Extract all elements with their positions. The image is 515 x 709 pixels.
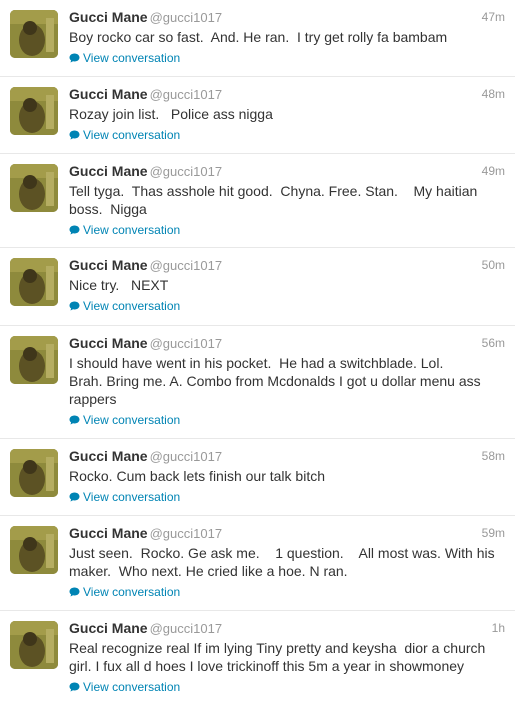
user-name[interactable]: Gucci Mane: [69, 257, 148, 273]
view-conversation-link[interactable]: View conversation: [69, 583, 505, 601]
tweet-timestamp[interactable]: 56m: [482, 334, 505, 352]
view-conversation-link[interactable]: View conversation: [69, 488, 505, 506]
tweet[interactable]: Gucci Mane @gucci1017 49m Tell tyga. Thas…: [0, 154, 515, 248]
tweet-timestamp[interactable]: 1h: [492, 619, 505, 637]
speech-bubble-icon: [69, 415, 80, 425]
view-conversation-label[interactable]: View conversation: [83, 583, 180, 601]
tweet-text: Real recognize real If im lying Tiny pre…: [69, 640, 486, 674]
user-handle[interactable]: @gucci1017: [150, 258, 222, 273]
user-handle[interactable]: @gucci1017: [150, 10, 222, 25]
speech-bubble-icon: [69, 53, 80, 63]
tweet-text: I should have went in his pocket. He had…: [69, 355, 481, 407]
speech-bubble-icon: [69, 225, 80, 235]
view-conversation-link[interactable]: View conversation: [69, 221, 505, 239]
avatar[interactable]: [10, 10, 58, 58]
user-name[interactable]: Gucci Mane: [69, 163, 148, 179]
view-conversation-label[interactable]: View conversation: [83, 678, 180, 696]
tweet-text: Rocko. Cum back lets finish our talk bit…: [69, 468, 325, 484]
tweet-text: Boy rocko car so fast. And. He ran. I tr…: [69, 29, 448, 45]
user-name[interactable]: Gucci Mane: [69, 620, 148, 636]
user-handle[interactable]: @gucci1017: [150, 164, 222, 179]
tweet-text: Tell tyga. Thas asshole hit good. Chyna.…: [69, 183, 478, 217]
user-name[interactable]: Gucci Mane: [69, 448, 148, 464]
avatar[interactable]: [10, 526, 58, 574]
view-conversation-label[interactable]: View conversation: [83, 411, 180, 429]
tweet[interactable]: Gucci Mane @gucci1017 47m Boy rocko car s…: [0, 0, 515, 77]
speech-bubble-icon: [69, 492, 80, 502]
view-conversation-link[interactable]: View conversation: [69, 297, 505, 315]
view-conversation-link[interactable]: View conversation: [69, 678, 505, 696]
view-conversation-link[interactable]: View conversation: [69, 49, 505, 67]
view-conversation-label[interactable]: View conversation: [83, 488, 180, 506]
tweet-timestamp[interactable]: 50m: [482, 256, 505, 274]
user-handle[interactable]: @gucci1017: [150, 449, 222, 464]
user-name[interactable]: Gucci Mane: [69, 525, 148, 541]
user-handle[interactable]: @gucci1017: [150, 621, 222, 636]
user-handle[interactable]: @gucci1017: [150, 87, 222, 102]
tweet[interactable]: Gucci Mane @gucci1017 58m Rocko. Cum back…: [0, 439, 515, 516]
avatar[interactable]: [10, 164, 58, 212]
user-handle[interactable]: @gucci1017: [150, 526, 222, 541]
view-conversation-label[interactable]: View conversation: [83, 126, 180, 144]
tweet[interactable]: Gucci Mane @gucci1017 59m Just seen. Rock…: [0, 516, 515, 611]
view-conversation-label[interactable]: View conversation: [83, 49, 180, 67]
tweet-feed: Gucci Mane @gucci1017 47m Boy rocko car s…: [0, 0, 515, 709]
tweet-timestamp[interactable]: 48m: [482, 85, 505, 103]
view-conversation-link[interactable]: View conversation: [69, 126, 505, 144]
view-conversation-label[interactable]: View conversation: [83, 297, 180, 315]
user-name[interactable]: Gucci Mane: [69, 86, 148, 102]
avatar[interactable]: [10, 621, 58, 669]
user-handle[interactable]: @gucci1017: [150, 336, 222, 351]
user-name[interactable]: Gucci Mane: [69, 9, 148, 25]
user-name[interactable]: Gucci Mane: [69, 335, 148, 351]
tweet-text: Rozay join list. Police ass nigga: [69, 106, 273, 122]
tweet[interactable]: Gucci Mane @gucci1017 56m I should have w…: [0, 326, 515, 439]
tweet-text: Nice try. NEXT: [69, 277, 169, 293]
avatar[interactable]: [10, 258, 58, 306]
tweet-timestamp[interactable]: 49m: [482, 162, 505, 180]
tweet-timestamp[interactable]: 59m: [482, 524, 505, 542]
tweet[interactable]: Gucci Mane @gucci1017 48m Rozay join list…: [0, 77, 515, 154]
speech-bubble-icon: [69, 301, 80, 311]
tweet-timestamp[interactable]: 58m: [482, 447, 505, 465]
tweet[interactable]: Gucci Mane @gucci1017 50m Nice try. NEXT …: [0, 248, 515, 326]
speech-bubble-icon: [69, 587, 80, 597]
speech-bubble-icon: [69, 130, 80, 140]
view-conversation-link[interactable]: View conversation: [69, 411, 505, 429]
view-conversation-label[interactable]: View conversation: [83, 221, 180, 239]
avatar[interactable]: [10, 449, 58, 497]
tweet[interactable]: Gucci Mane @gucci1017 1h Real recognize r…: [0, 611, 515, 709]
avatar[interactable]: [10, 336, 58, 384]
tweet-timestamp[interactable]: 47m: [482, 8, 505, 26]
avatar[interactable]: [10, 87, 58, 135]
speech-bubble-icon: [69, 682, 80, 692]
tweet-text: Just seen. Rocko. Ge ask me. 1 question.…: [69, 545, 495, 579]
